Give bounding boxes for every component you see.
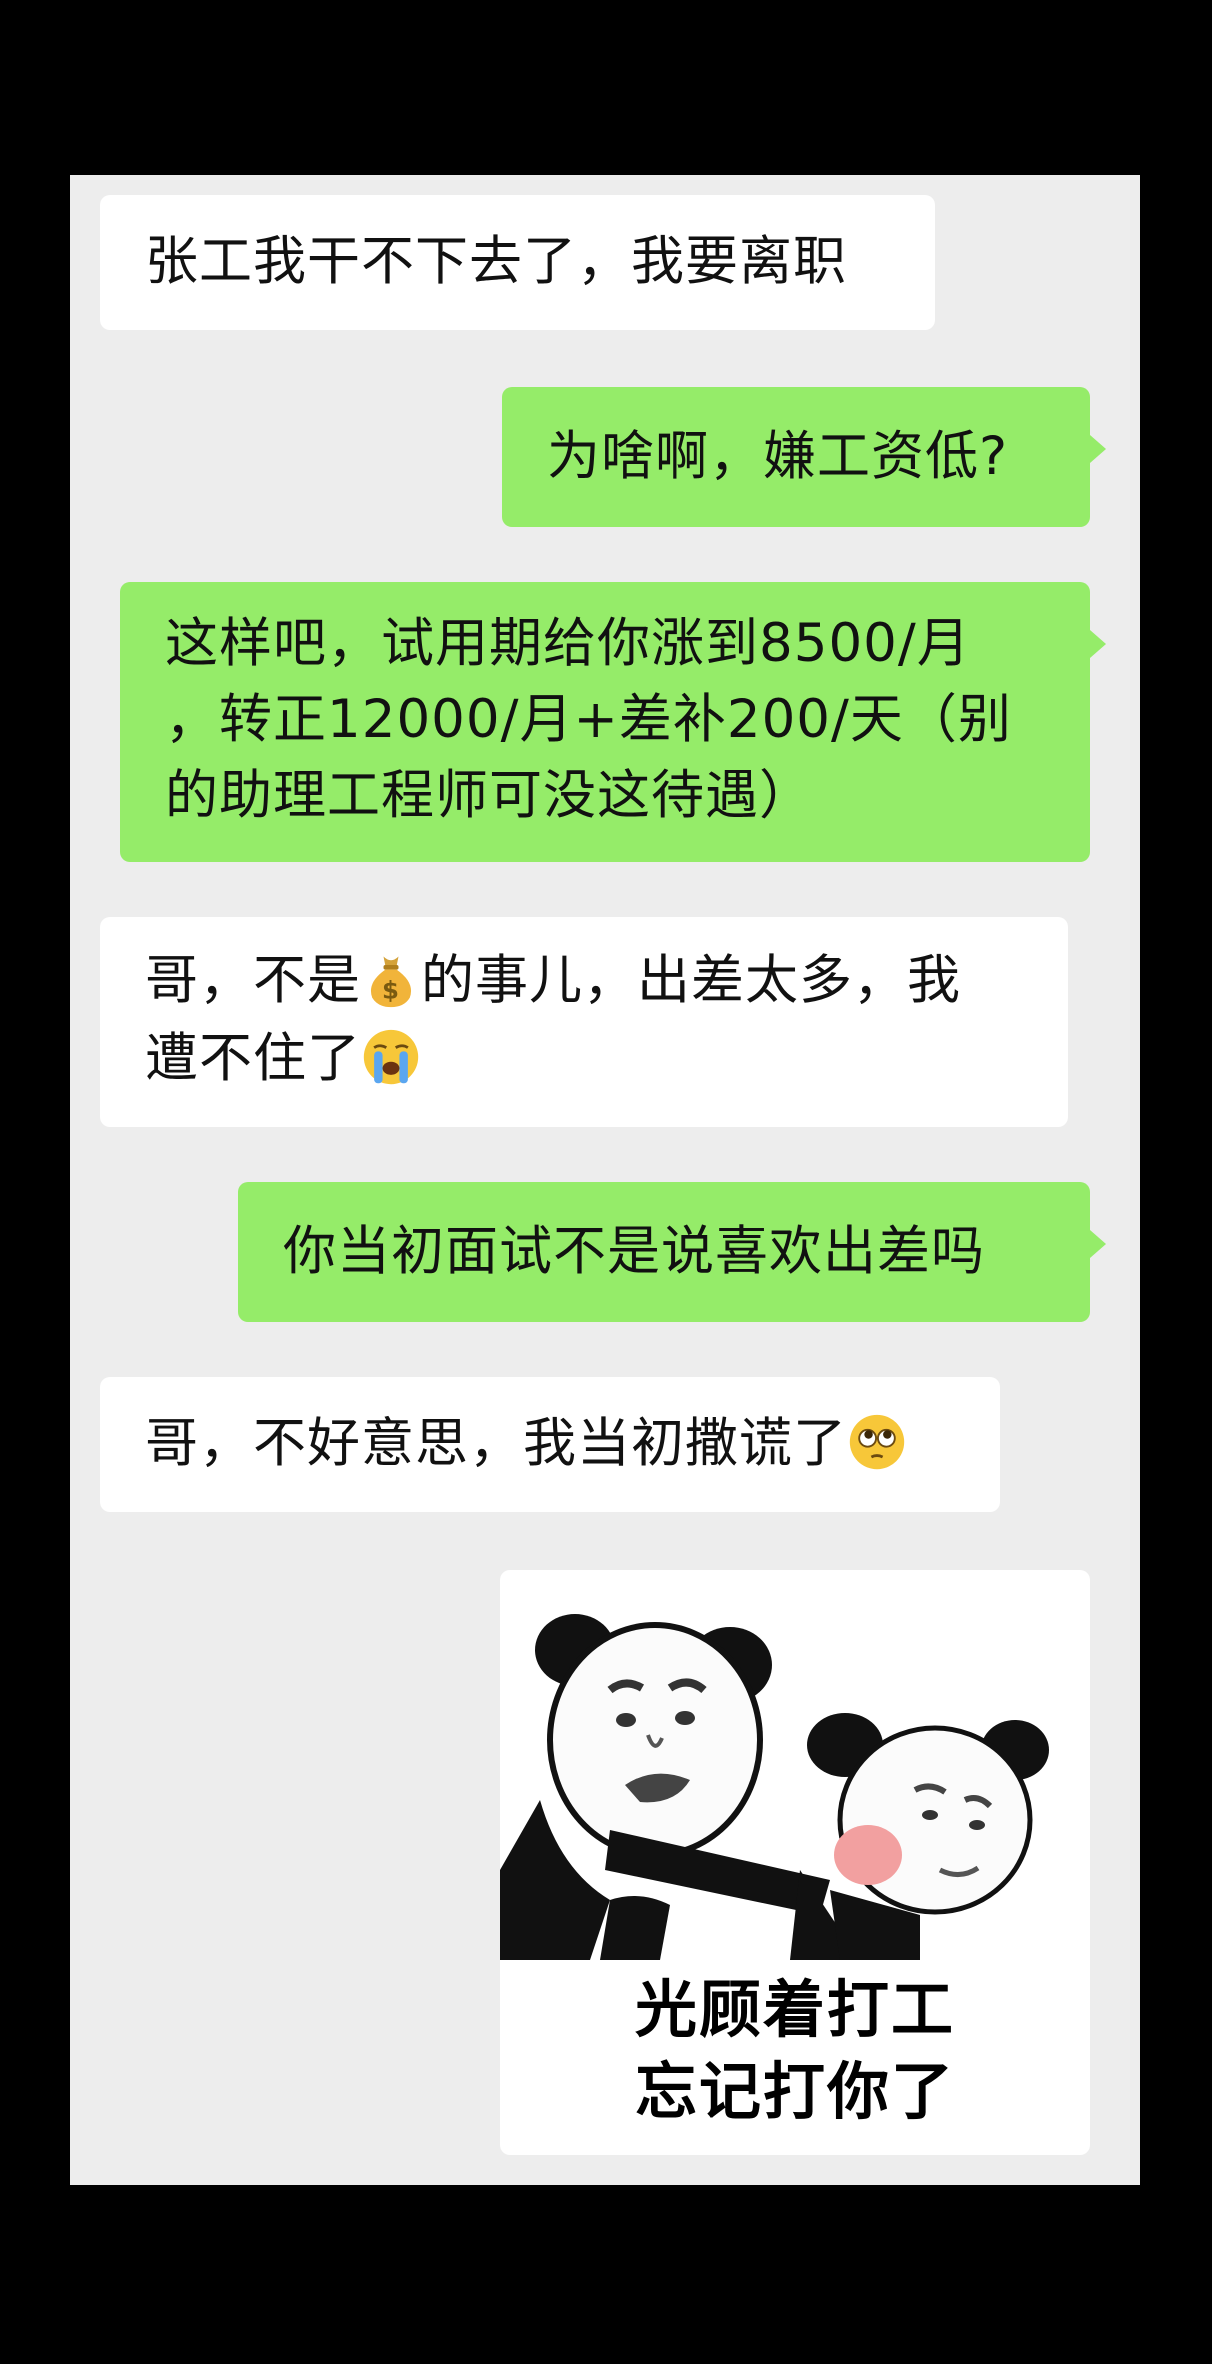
- crying-face-icon: [363, 1030, 419, 1085]
- panda-meme-sticker-image: [500, 1614, 1049, 1960]
- message-bubble-sent[interactable]: 你当初面试不是说喜欢出差吗: [238, 1182, 1106, 1322]
- message-text-line: ，转正12000/月+差补200/天（别: [165, 689, 1012, 750]
- message-text: 遭不住了: [145, 1028, 361, 1089]
- money-bag-icon: $: [370, 956, 412, 1008]
- message-text: 为啥啊，嫌工资低?: [547, 426, 1009, 487]
- message-text: 张工我干不下去了，我要离职: [145, 231, 847, 292]
- message-bubble-received[interactable]: 哥，不是 $ 的事儿，出差太多，我 遭不住了: [100, 917, 1068, 1127]
- message-text: 哥，不是: [145, 950, 361, 1011]
- svg-text:$: $: [382, 976, 400, 1005]
- message-bubble-received[interactable]: 哥，不好意思，我当初撒谎了: [100, 1377, 1000, 1512]
- message-text-line: 哥，不好意思，我当初撒谎了: [145, 1405, 955, 1483]
- message-text-line: 这样吧，试用期给你涨到8500/月: [165, 613, 971, 674]
- sticker-caption-line1: 光顾着打工: [634, 1973, 955, 2046]
- message-text-line: 的助理工程师可没这待遇）: [165, 765, 813, 826]
- pleading-face-icon: [849, 1415, 905, 1470]
- message-text-line: 哥，不是 $ 的事儿，出差太多，我: [145, 942, 1023, 1020]
- message-bubble-sent[interactable]: 为啥啊，嫌工资低?: [502, 387, 1106, 527]
- message-text: 的事儿，出差太多，我: [421, 950, 961, 1011]
- message-text: 哥，不好意思，我当初撒谎了: [145, 1413, 847, 1474]
- message-bubble-sent[interactable]: 这样吧，试用期给你涨到8500/月 ，转正12000/月+差补200/天（别 的…: [120, 582, 1106, 862]
- message-text: 你当初面试不是说喜欢出差吗: [283, 1221, 985, 1282]
- sticker-caption-line2: 忘记打你了: [634, 2055, 955, 2128]
- message-text-line: 遭不住了: [145, 1020, 1023, 1098]
- message-bubble-received[interactable]: 张工我干不下去了，我要离职: [100, 195, 935, 330]
- sticker-message[interactable]: 光顾着打工 忘记打你了: [500, 1570, 1090, 2155]
